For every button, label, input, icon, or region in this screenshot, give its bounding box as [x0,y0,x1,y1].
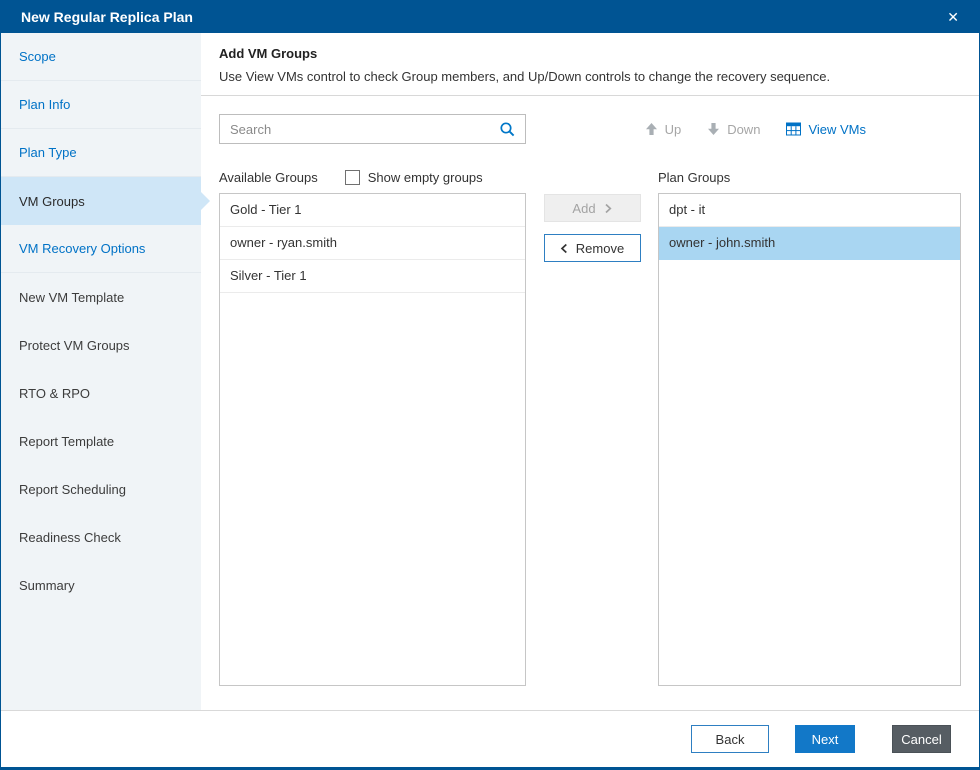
remove-button[interactable]: Remove [543,234,641,262]
sidebar-item-label: Report Template [19,433,115,449]
plan-groups-label: Plan Groups [658,170,731,185]
sidebar-item-label: Summary [19,577,75,593]
groups-columns: Gold - Tier 1 owner - ryan.smith Silver … [219,193,962,686]
step-description: Use View VMs control to check Group memb… [219,69,831,84]
down-label: Down [727,121,761,137]
arrow-up-icon [645,123,657,135]
back-button[interactable]: Back [691,725,769,753]
sidebar-item-vm-recovery-options[interactable]: VM Recovery Options [1,225,201,273]
toolbar-row: Up Down [219,114,962,144]
chevron-left-icon [560,243,567,253]
dialog-body: Scope Plan Info Plan Type VM Groups VM R… [1,33,979,710]
remove-button-label: Remove [575,240,625,256]
sidebar-item-label: Scope [19,49,56,64]
search-box [219,114,526,144]
transfer-controls: Add Remove [526,193,658,686]
list-item[interactable]: Silver - Tier 1 [220,260,525,293]
search-input[interactable] [230,121,499,137]
sidebar-item-readiness-check[interactable]: Readiness Check [1,513,201,561]
sidebar-item-label: Readiness Check [19,529,121,545]
plan-groups-list[interactable]: dpt - it owner - john.smith [658,193,961,686]
view-vms-button[interactable]: View VMs [782,120,870,139]
step-title: Add VM Groups [219,46,318,61]
sidebar-item-label: VM Groups [19,193,85,209]
titlebar: New Regular Replica Plan ✕ [1,0,979,33]
list-item[interactable]: dpt - it [659,194,960,227]
column-labels-row: Available Groups Show empty groups Plan … [219,170,962,185]
checkbox-icon[interactable] [344,170,360,185]
dialog-title: New Regular Replica Plan [21,8,193,25]
chevron-right-icon [604,203,612,213]
table-icon [786,122,802,136]
show-empty-groups-label: Show empty groups [367,170,483,185]
show-empty-groups-checkbox[interactable]: Show empty groups [344,170,483,185]
wizard-steps-sidebar: Scope Plan Info Plan Type VM Groups VM R… [1,33,201,710]
down-button[interactable]: Down [703,120,764,139]
close-icon: ✕ [947,8,959,25]
close-button[interactable]: ✕ [941,6,965,28]
new-regular-replica-plan-dialog: New Regular Replica Plan ✕ Scope Plan In… [0,0,980,770]
sidebar-item-label: Report Scheduling [19,481,126,497]
add-button[interactable]: Add [543,194,641,222]
cancel-button[interactable]: Cancel [892,725,951,753]
sidebar-item-report-template[interactable]: Report Template [1,417,201,465]
sidebar-item-plan-info[interactable]: Plan Info [1,81,201,129]
sidebar-item-label: Plan Info [19,97,71,112]
sidebar-item-new-vm-template[interactable]: New VM Template [1,273,201,321]
sidebar-item-label: RTO & RPO [19,385,91,401]
step-header: Add VM Groups Use View VMs control to ch… [201,33,979,96]
content-panel: Add VM Groups Use View VMs control to ch… [201,33,979,710]
up-label: Up [664,121,682,137]
sidebar-item-label: VM Recovery Options [19,241,146,256]
search-icon[interactable] [499,121,516,138]
sidebar-item-scope[interactable]: Scope [1,33,201,81]
available-groups-list[interactable]: Gold - Tier 1 owner - ryan.smith Silver … [219,193,526,686]
up-button[interactable]: Up [641,120,686,139]
list-item-selected[interactable]: owner - john.smith [659,227,960,260]
list-item[interactable]: owner - ryan.smith [220,227,525,260]
sidebar-item-label: Plan Type [19,145,77,160]
sidebar-item-vm-groups[interactable]: VM Groups [1,177,201,225]
sidebar-item-protect-vm-groups[interactable]: Protect VM Groups [1,321,201,369]
step-body: Up Down [201,96,979,710]
sidebar-item-label: New VM Template [19,289,125,305]
sidebar-item-rto-rpo[interactable]: RTO & RPO [1,369,201,417]
available-groups-label: Available Groups [219,170,318,185]
dialog-footer: Back Next Cancel [1,710,979,767]
available-groups-header: Available Groups Show empty groups [219,170,526,185]
sidebar-item-label: Protect VM Groups [19,337,130,353]
sidebar-item-plan-type[interactable]: Plan Type [1,129,201,177]
arrow-down-icon [708,123,720,135]
next-button[interactable]: Next [795,725,855,753]
list-item[interactable]: Gold - Tier 1 [220,194,525,227]
sequence-toolbar: Up Down View VMs [641,120,870,139]
add-button-label: Add [572,200,596,216]
view-vms-label: View VMs [808,121,866,137]
sidebar-item-report-scheduling[interactable]: Report Scheduling [1,465,201,513]
sidebar-item-summary[interactable]: Summary [1,561,201,609]
